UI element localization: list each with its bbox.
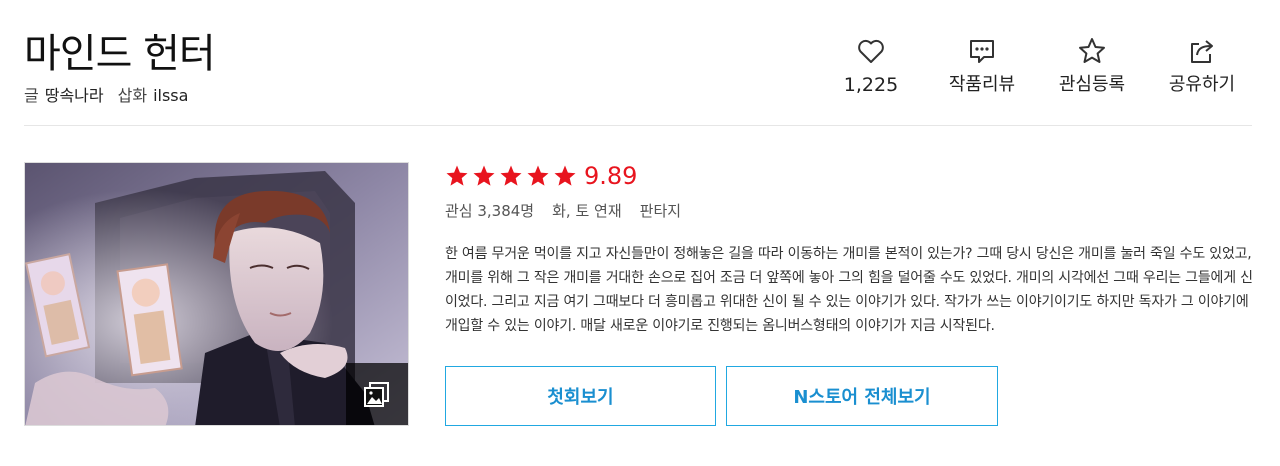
share-icon [1191,40,1213,63]
rating-star-icon [446,165,468,186]
rating-star-icon [554,165,576,186]
like-count: 1,225 [843,74,899,96]
gallery-button[interactable] [346,363,408,425]
illustrator-name[interactable]: ilssa [153,86,188,105]
illustrator-role: 삽화 [117,86,148,105]
review-label: 작품리뷰 [948,74,1016,95]
star-outline-icon [1079,38,1105,63]
rating-score: 9.89 [584,162,638,190]
speech-bubble-icon [970,40,994,63]
rating-star-icon [527,165,549,186]
writer-role: 글 [24,86,39,105]
like-button[interactable]: 1,225 [816,36,926,98]
review-button[interactable]: 작품리뷰 [927,36,1037,98]
heart-icon [858,39,884,63]
nstore-all-button[interactable]: N스토어 전체보기 [726,366,998,426]
work-title: 마인드 헌터 [24,31,216,77]
genre[interactable]: 판타지 [640,202,681,220]
synopsis: 한 여름 무거운 먹이를 지고 자신들만이 정해놓은 길을 따라 이동하는 개미… [445,246,1253,334]
subscribe-button[interactable]: 관심등록 [1037,36,1147,98]
work-meta: 관심 3,384명 화, 토 연재 판타지 [445,200,699,222]
writer-name[interactable]: 땅속나라 [45,86,104,105]
cover-image[interactable] [24,162,409,426]
credits: 글 땅속나라 삽화 ilssa [24,86,202,106]
interest-count: 관심 3,384명 [445,202,535,220]
rating-star-icon [473,165,495,186]
rating-star-icon [500,165,522,186]
gallery-icon [364,382,389,407]
rating: 9.89 [445,160,637,192]
share-button[interactable]: 공유하기 [1147,36,1257,98]
first-episode-button[interactable]: 첫회보기 [445,366,716,426]
subscribe-label: 관심등록 [1058,74,1126,95]
share-label: 공유하기 [1168,74,1236,95]
rating-stars [445,164,580,188]
header-divider [24,125,1252,126]
schedule: 화, 토 연재 [552,202,622,220]
